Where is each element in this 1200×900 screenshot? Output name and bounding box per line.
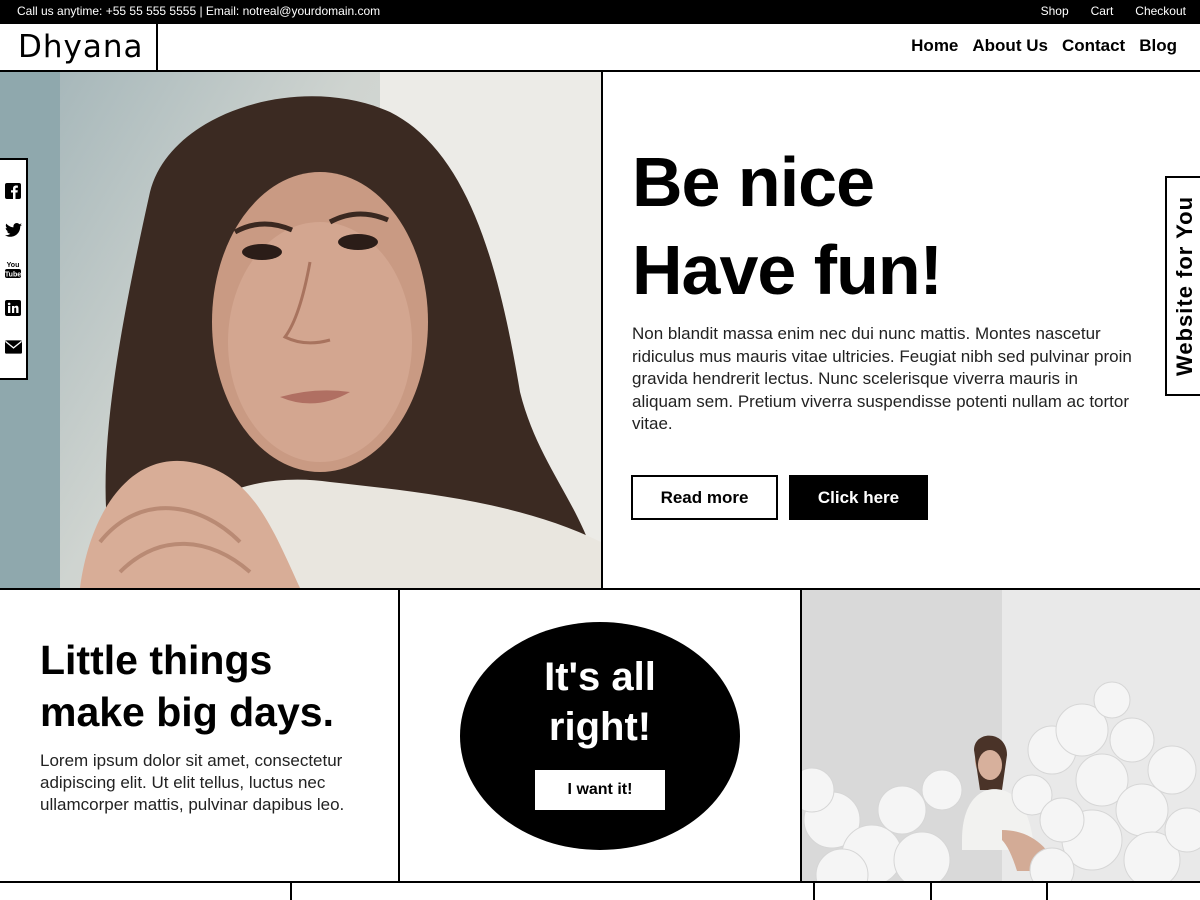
promo-oval: It's all right! I want it! bbox=[460, 622, 740, 850]
hero-portrait-illustration bbox=[0, 72, 601, 588]
balloons-image bbox=[802, 590, 1200, 881]
read-more-button[interactable]: Read more bbox=[631, 475, 778, 520]
svg-text:You: You bbox=[7, 262, 20, 269]
svg-text:Tube: Tube bbox=[5, 271, 21, 278]
promo-title-line1: It's all bbox=[544, 655, 656, 699]
promo-title-line2: right! bbox=[548, 705, 652, 749]
hero-image bbox=[0, 72, 601, 588]
lower-divider-1 bbox=[398, 590, 400, 882]
youtube-icon[interactable]: You Tube bbox=[5, 260, 22, 278]
little-things-title-line2: make big days. bbox=[40, 689, 334, 735]
linkedin-icon[interactable] bbox=[5, 299, 22, 316]
hero-title-line1: Be nice bbox=[632, 143, 875, 221]
footer-divider-4 bbox=[1046, 883, 1048, 900]
balloons-illustration bbox=[802, 590, 1200, 881]
top-links: Shop Cart Checkout bbox=[1041, 4, 1186, 18]
click-here-button[interactable]: Click here bbox=[789, 475, 928, 520]
checkout-link[interactable]: Checkout bbox=[1135, 4, 1186, 18]
nav-contact[interactable]: Contact bbox=[1062, 36, 1125, 56]
little-things-paragraph: Lorem ipsum dolor sit amet, consectetur … bbox=[40, 751, 345, 814]
little-things-title: Little things make big days. bbox=[40, 634, 334, 738]
nav-about-us[interactable]: About Us bbox=[972, 36, 1048, 56]
footer-divider-3 bbox=[930, 883, 932, 900]
cart-link[interactable]: Cart bbox=[1091, 4, 1114, 18]
hero-title-line2: Have fun! bbox=[632, 231, 943, 309]
shop-link[interactable]: Shop bbox=[1041, 4, 1069, 18]
email-icon[interactable] bbox=[4, 338, 22, 355]
contact-info: Call us anytime: +55 55 555 5555 | Email… bbox=[17, 4, 381, 18]
little-things-title-line1: Little things bbox=[40, 637, 273, 683]
logo-box: Dhyana bbox=[0, 24, 158, 72]
hero-title: Be nice Have fun! bbox=[632, 138, 943, 314]
lower-bottom-border bbox=[0, 881, 1200, 883]
main-nav: Home About Us Contact Blog bbox=[911, 36, 1177, 56]
website-for-you-tab[interactable]: Website for You bbox=[1165, 176, 1200, 396]
i-want-it-button[interactable]: I want it! bbox=[535, 770, 665, 810]
hero-paragraph: Non blandit massa enim nec dui nunc matt… bbox=[632, 324, 1132, 433]
nav-blog[interactable]: Blog bbox=[1139, 36, 1177, 56]
facebook-icon[interactable] bbox=[5, 183, 22, 200]
social-sidebar: You Tube bbox=[0, 158, 28, 380]
site-logo[interactable]: Dhyana bbox=[18, 29, 144, 65]
hero-divider bbox=[601, 72, 603, 588]
footer-divider-2 bbox=[813, 883, 815, 900]
twitter-icon[interactable] bbox=[4, 222, 22, 239]
top-bar: Call us anytime: +55 55 555 5555 | Email… bbox=[0, 0, 1200, 24]
footer-divider-1 bbox=[290, 883, 292, 900]
promo-title: It's all right! bbox=[460, 652, 740, 752]
nav-home[interactable]: Home bbox=[911, 36, 958, 56]
site-header: Dhyana Home About Us Contact Blog bbox=[0, 24, 1200, 72]
side-tab-label: Website for You bbox=[1172, 195, 1197, 377]
